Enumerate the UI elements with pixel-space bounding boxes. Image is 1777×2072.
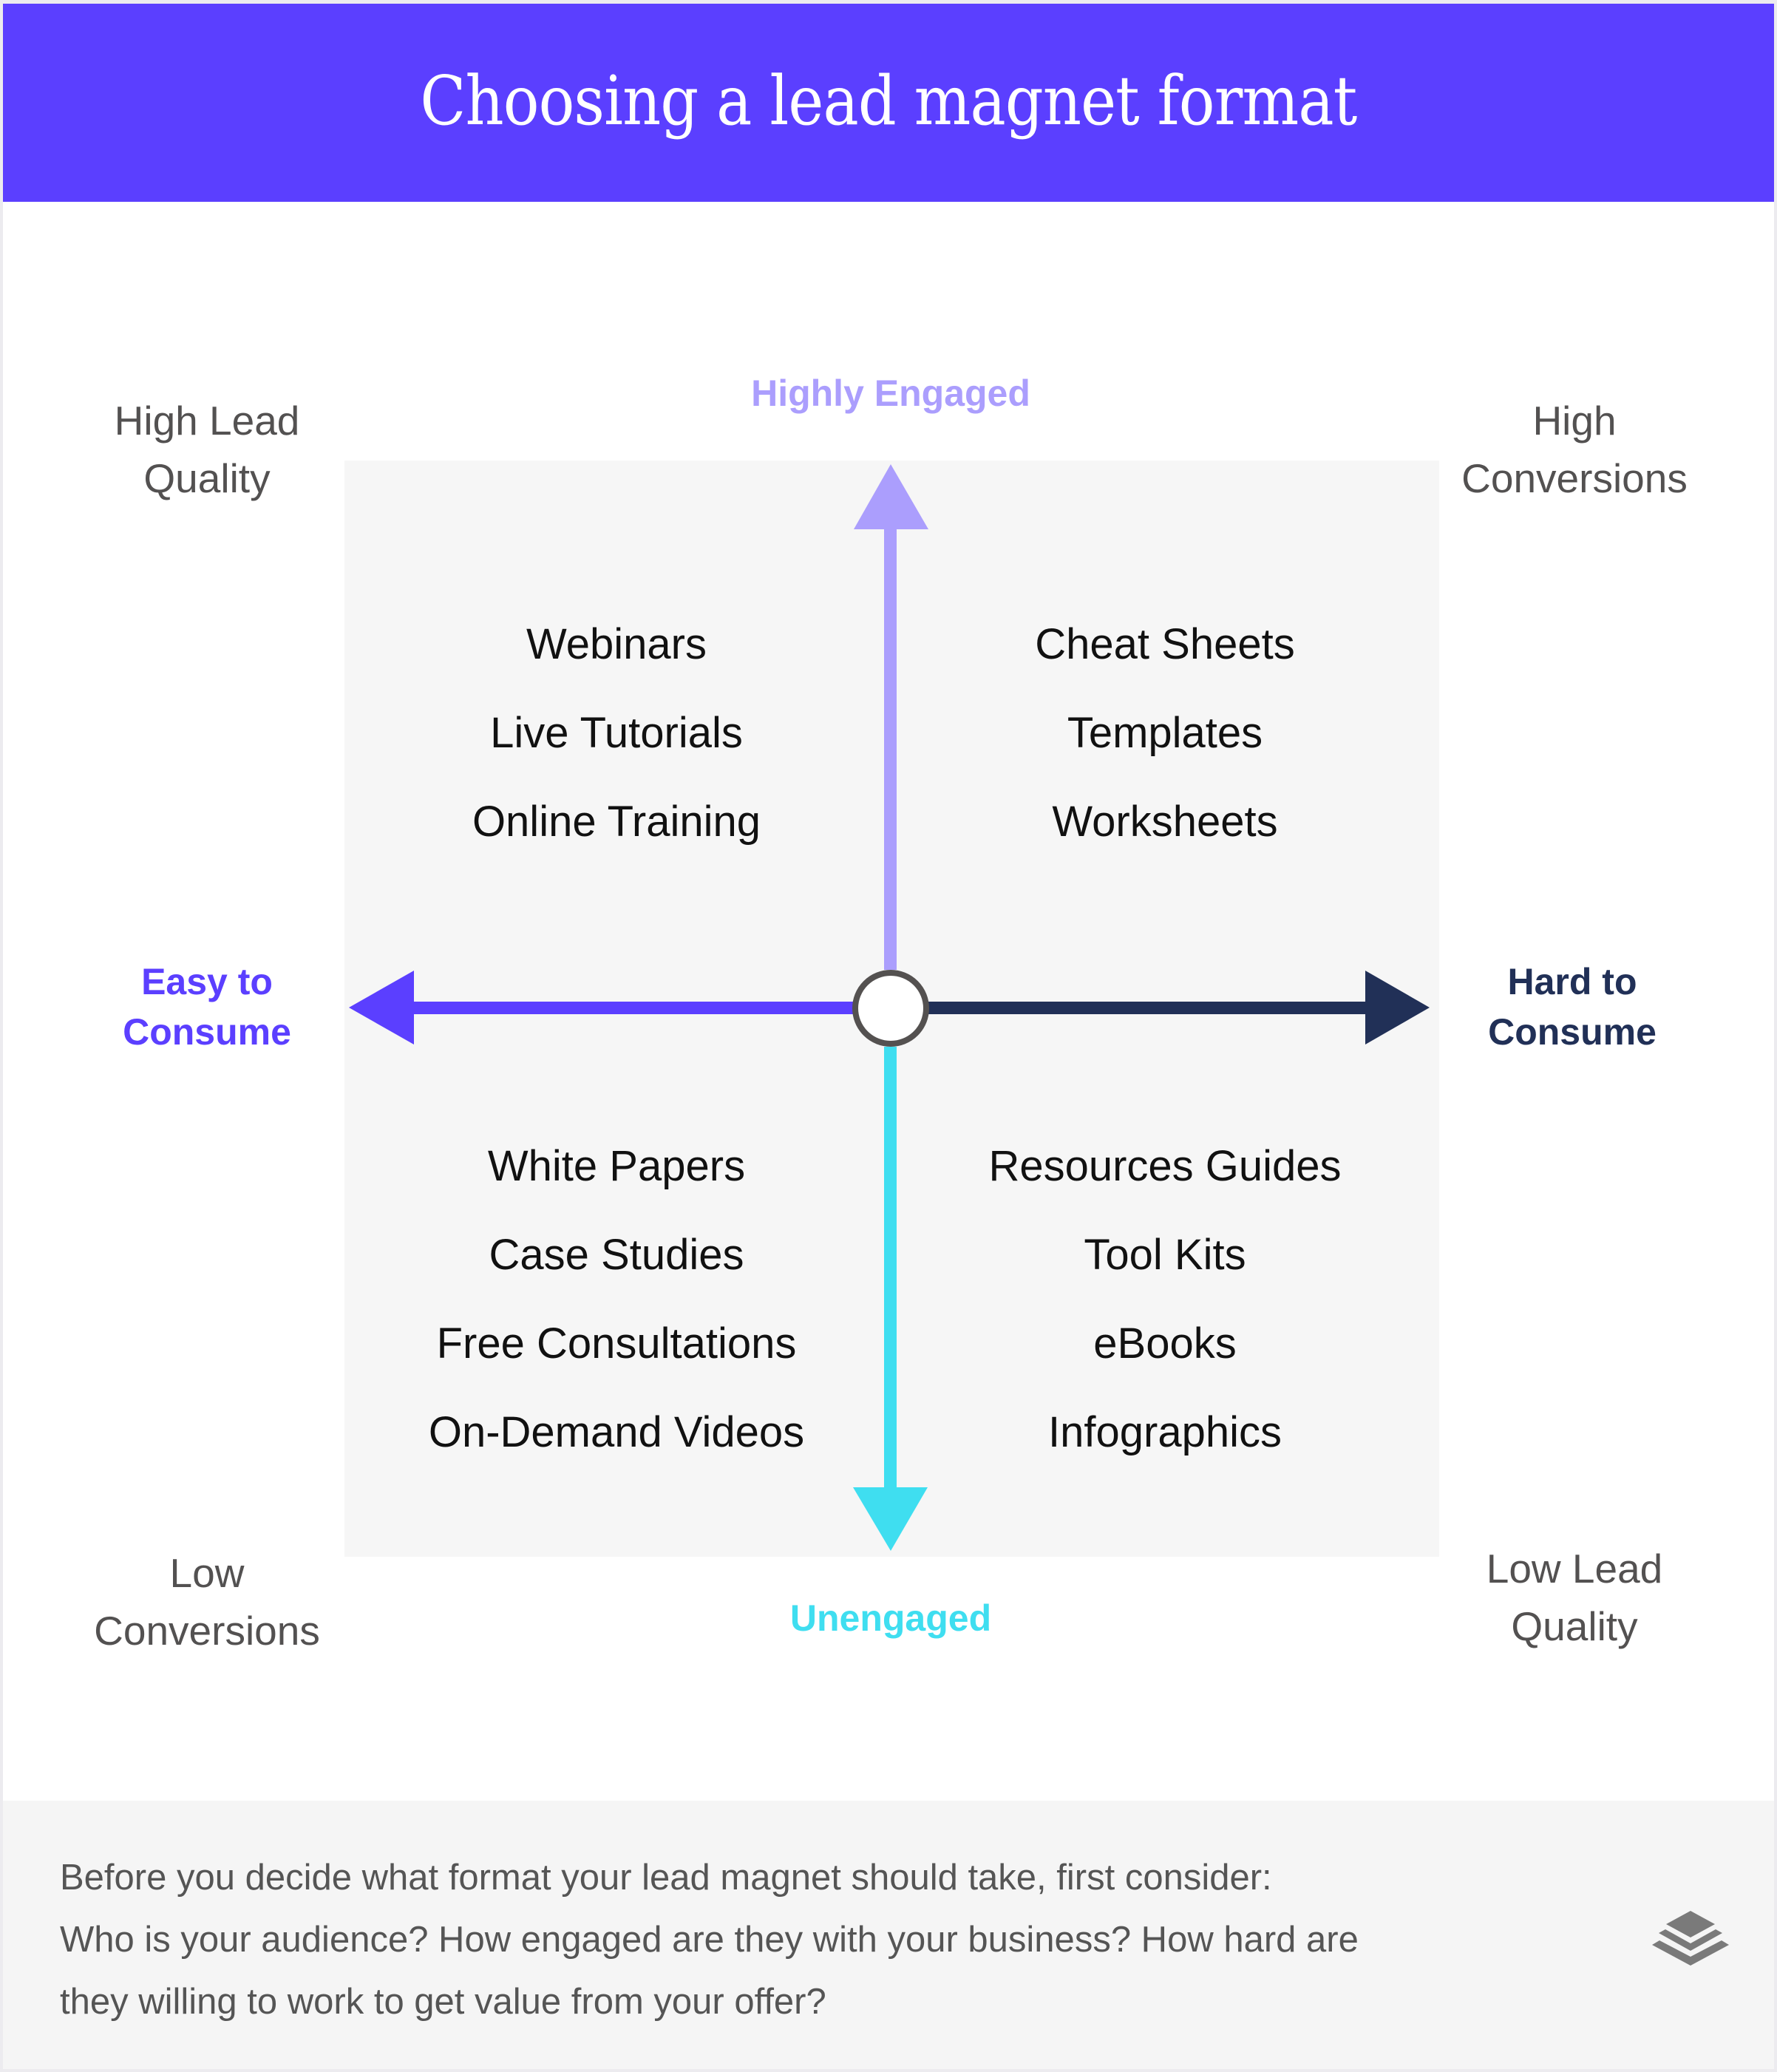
axis-line-unengaged <box>884 1047 897 1498</box>
arrow-up-icon <box>854 464 928 529</box>
footer-line: they willing to work to get value from y… <box>60 1982 826 2022</box>
axis-label-hard-line2: Consume <box>1488 1011 1657 1053</box>
corner-tr-line1: High <box>1532 398 1617 444</box>
quadrant-bottom-left-list: White Papers Case Studies Free Consultat… <box>358 1122 875 1477</box>
list-item: eBooks <box>1093 1319 1237 1368</box>
axis-line-engaged <box>884 517 897 970</box>
corner-bl-line2: Conversions <box>94 1608 320 1654</box>
list-item: Webinars <box>526 620 707 668</box>
arrow-down-icon <box>853 1487 928 1551</box>
axis-label-hard-line1: Hard to <box>1507 961 1637 1002</box>
axis-label-easy-line2: Consume <box>123 1011 291 1053</box>
quadrant-bottom-right-list: Resources Guides Tool Kits eBooks Infogr… <box>906 1122 1424 1477</box>
axis-label-easy-line1: Easy to <box>141 961 273 1002</box>
corner-label-high-conversions: High Conversions <box>1419 392 1730 507</box>
axis-label-highly-engaged: Highly Engaged <box>751 373 1030 414</box>
corner-tl-line2: Quality <box>143 455 271 501</box>
center-origin-circle <box>852 970 929 1047</box>
corner-tr-line2: Conversions <box>1461 455 1688 501</box>
list-item: Infographics <box>1048 1408 1282 1456</box>
corner-br-line2: Quality <box>1511 1603 1638 1649</box>
list-item: Tool Kits <box>1084 1231 1246 1279</box>
list-item: Cheat Sheets <box>1035 620 1295 668</box>
list-item: Resources Guides <box>988 1142 1342 1190</box>
quadrant-top-right-list: Cheat Sheets Templates Worksheets <box>906 600 1424 866</box>
footer-panel: Before you decide what format your lead … <box>3 1801 1774 2069</box>
layers-icon <box>1652 1911 1729 1966</box>
list-item: Case Studies <box>489 1231 744 1279</box>
axis-label-unengaged: Unengaged <box>789 1597 992 1639</box>
footer-line: Who is your audience? How engaged are th… <box>60 1920 1359 1960</box>
list-item: Free Consultations <box>436 1319 797 1368</box>
quadrant-top-left-list: Webinars Live Tutorials Online Training <box>358 600 875 866</box>
list-item: White Papers <box>487 1142 746 1190</box>
list-item: Live Tutorials <box>490 709 743 757</box>
axis-label-hard-to-consume: Hard to Consume <box>1417 957 1727 1057</box>
corner-br-line1: Low Lead <box>1486 1546 1663 1592</box>
list-item: Worksheets <box>1052 798 1278 846</box>
axis-line-easy <box>403 1002 854 1014</box>
corner-label-low-conversions: Low Conversions <box>52 1544 362 1660</box>
corner-label-low-lead-quality: Low Lead Quality <box>1419 1540 1730 1655</box>
list-item: Online Training <box>472 798 761 846</box>
axis-label-easy-to-consume: Easy to Consume <box>52 957 362 1057</box>
axis-line-hard <box>928 1002 1375 1014</box>
list-item: Templates <box>1067 709 1263 757</box>
footer-line: Before you decide what format your lead … <box>60 1858 1272 1898</box>
corner-bl-line1: Low <box>169 1550 245 1596</box>
footer-description: Before you decide what format your lead … <box>60 1847 1538 2033</box>
corner-tl-line1: High Lead <box>114 398 300 444</box>
list-item: On-Demand Videos <box>428 1408 805 1456</box>
corner-label-high-lead-quality: High Lead Quality <box>52 392 362 507</box>
